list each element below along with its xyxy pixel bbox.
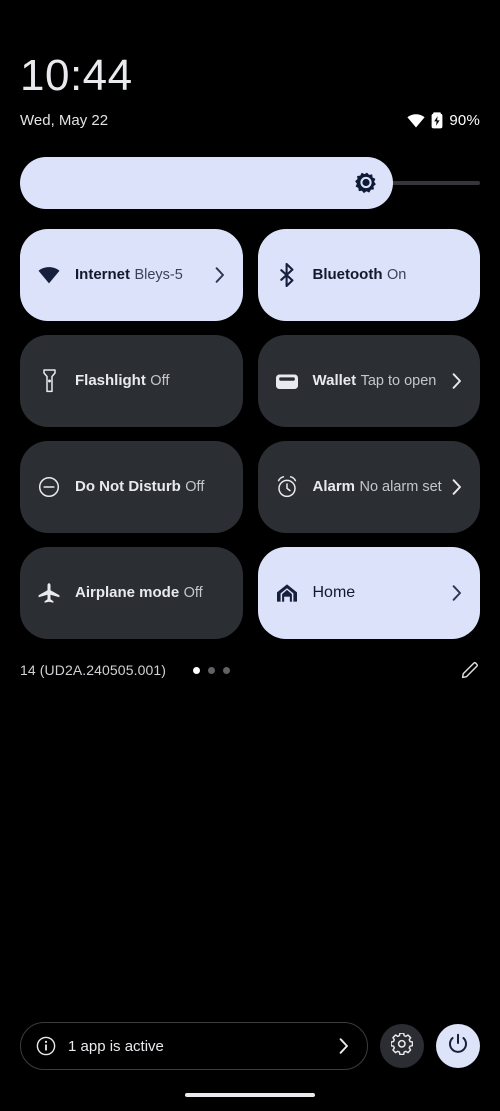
tile-label: Alarm — [312, 478, 356, 495]
power-icon — [447, 1033, 469, 1060]
page-dot-1[interactable] — [193, 666, 200, 674]
tile-text: Bluetooth On — [313, 266, 467, 284]
tile-home[interactable]: Home — [257, 547, 480, 639]
do-not-disturb-icon — [36, 476, 62, 498]
tile-sublabel: On — [386, 267, 407, 283]
battery-charging-icon — [431, 112, 443, 129]
airplane-icon — [36, 582, 62, 604]
battery-percent-label: 90% — [449, 112, 480, 129]
tile-label: Bluetooth — [312, 266, 383, 283]
tile-label: Wallet — [312, 372, 357, 389]
tile-internet[interactable]: Internet Bleys-5 — [20, 229, 243, 321]
tile-label: Airplane mode — [75, 584, 180, 601]
tile-bluetooth[interactable]: Bluetooth On — [257, 229, 480, 321]
build-number-label: 14 (UD2A.240505.001) — [20, 662, 166, 678]
status-icons: 90% — [407, 112, 480, 129]
brightness-slider[interactable] — [20, 157, 480, 209]
tile-sublabel: No alarm set — [359, 479, 442, 495]
bottom-bar: 1 app is active — [20, 1022, 480, 1070]
pencil-edit-icon — [460, 660, 480, 680]
info-icon — [36, 1036, 56, 1056]
tile-label: Internet — [75, 266, 131, 283]
status-header: 10:44 Wed, May 22 90% — [0, 0, 500, 130]
tile-sublabel: Off — [150, 373, 170, 389]
edit-tiles-button[interactable] — [460, 660, 480, 680]
tile-text: Do Not Disturb Off — [75, 478, 229, 496]
clock: 10:44 — [20, 51, 133, 100]
quick-settings-tiles: Internet Bleys-5 Bluetooth On Flashlight… — [20, 229, 480, 639]
brightness-fill[interactable] — [20, 157, 393, 209]
wifi-icon — [407, 113, 425, 128]
tile-label: Do Not Disturb — [75, 478, 181, 495]
active-apps-label: 1 app is active — [68, 1037, 164, 1055]
tile-text: Airplane mode Off — [75, 584, 229, 602]
tile-text: Home — [313, 584, 447, 602]
gear-icon — [390, 1031, 414, 1060]
alarm-icon — [274, 475, 300, 499]
tile-label: Home — [312, 584, 356, 601]
chevron-right-icon[interactable] — [452, 479, 466, 495]
chevron-right-icon[interactable] — [452, 373, 466, 389]
tile-text: Alarm No alarm set — [313, 478, 447, 496]
home-icon — [274, 582, 300, 604]
tile-sublabel: Bleys-5 — [134, 267, 183, 283]
wallet-icon — [274, 372, 300, 391]
tile-do-not-disturb[interactable]: Do Not Disturb Off — [20, 441, 243, 533]
settings-button[interactable] — [380, 1024, 424, 1068]
tile-airplane-mode[interactable]: Airplane mode Off — [20, 547, 243, 639]
tile-sublabel: Off — [185, 479, 205, 495]
page-indicator[interactable] — [193, 666, 230, 674]
tile-sublabel: Tap to open — [360, 373, 437, 389]
bluetooth-icon — [274, 263, 300, 287]
chevron-right-icon[interactable] — [215, 267, 229, 283]
date-label: Wed, May 22 — [20, 112, 109, 129]
brightness-icon — [355, 171, 379, 195]
tile-wallet[interactable]: Wallet Tap to open — [257, 335, 480, 427]
tile-text: Wallet Tap to open — [313, 372, 447, 390]
tile-text: Flashlight Off — [75, 372, 229, 390]
tile-label: Flashlight — [75, 372, 146, 389]
chevron-right-icon[interactable] — [452, 585, 466, 601]
active-apps-button[interactable]: 1 app is active — [20, 1022, 368, 1070]
power-button[interactable] — [436, 1024, 480, 1068]
wifi-icon — [36, 266, 62, 284]
home-indicator — [185, 1093, 315, 1097]
panel-footer: 14 (UD2A.240505.001) — [20, 658, 480, 682]
page-dot-3[interactable] — [223, 666, 230, 674]
page-dot-2[interactable] — [208, 666, 215, 674]
quick-settings-panel: 10:44 Wed, May 22 90% Internet Bleys-5 B… — [0, 0, 500, 1111]
chevron-right-icon[interactable] — [339, 1038, 351, 1054]
tile-text: Internet Bleys-5 — [75, 266, 209, 284]
tile-flashlight[interactable]: Flashlight Off — [20, 335, 243, 427]
tile-alarm[interactable]: Alarm No alarm set — [257, 441, 480, 533]
tile-sublabel: Off — [183, 585, 203, 601]
flashlight-icon — [36, 369, 62, 393]
